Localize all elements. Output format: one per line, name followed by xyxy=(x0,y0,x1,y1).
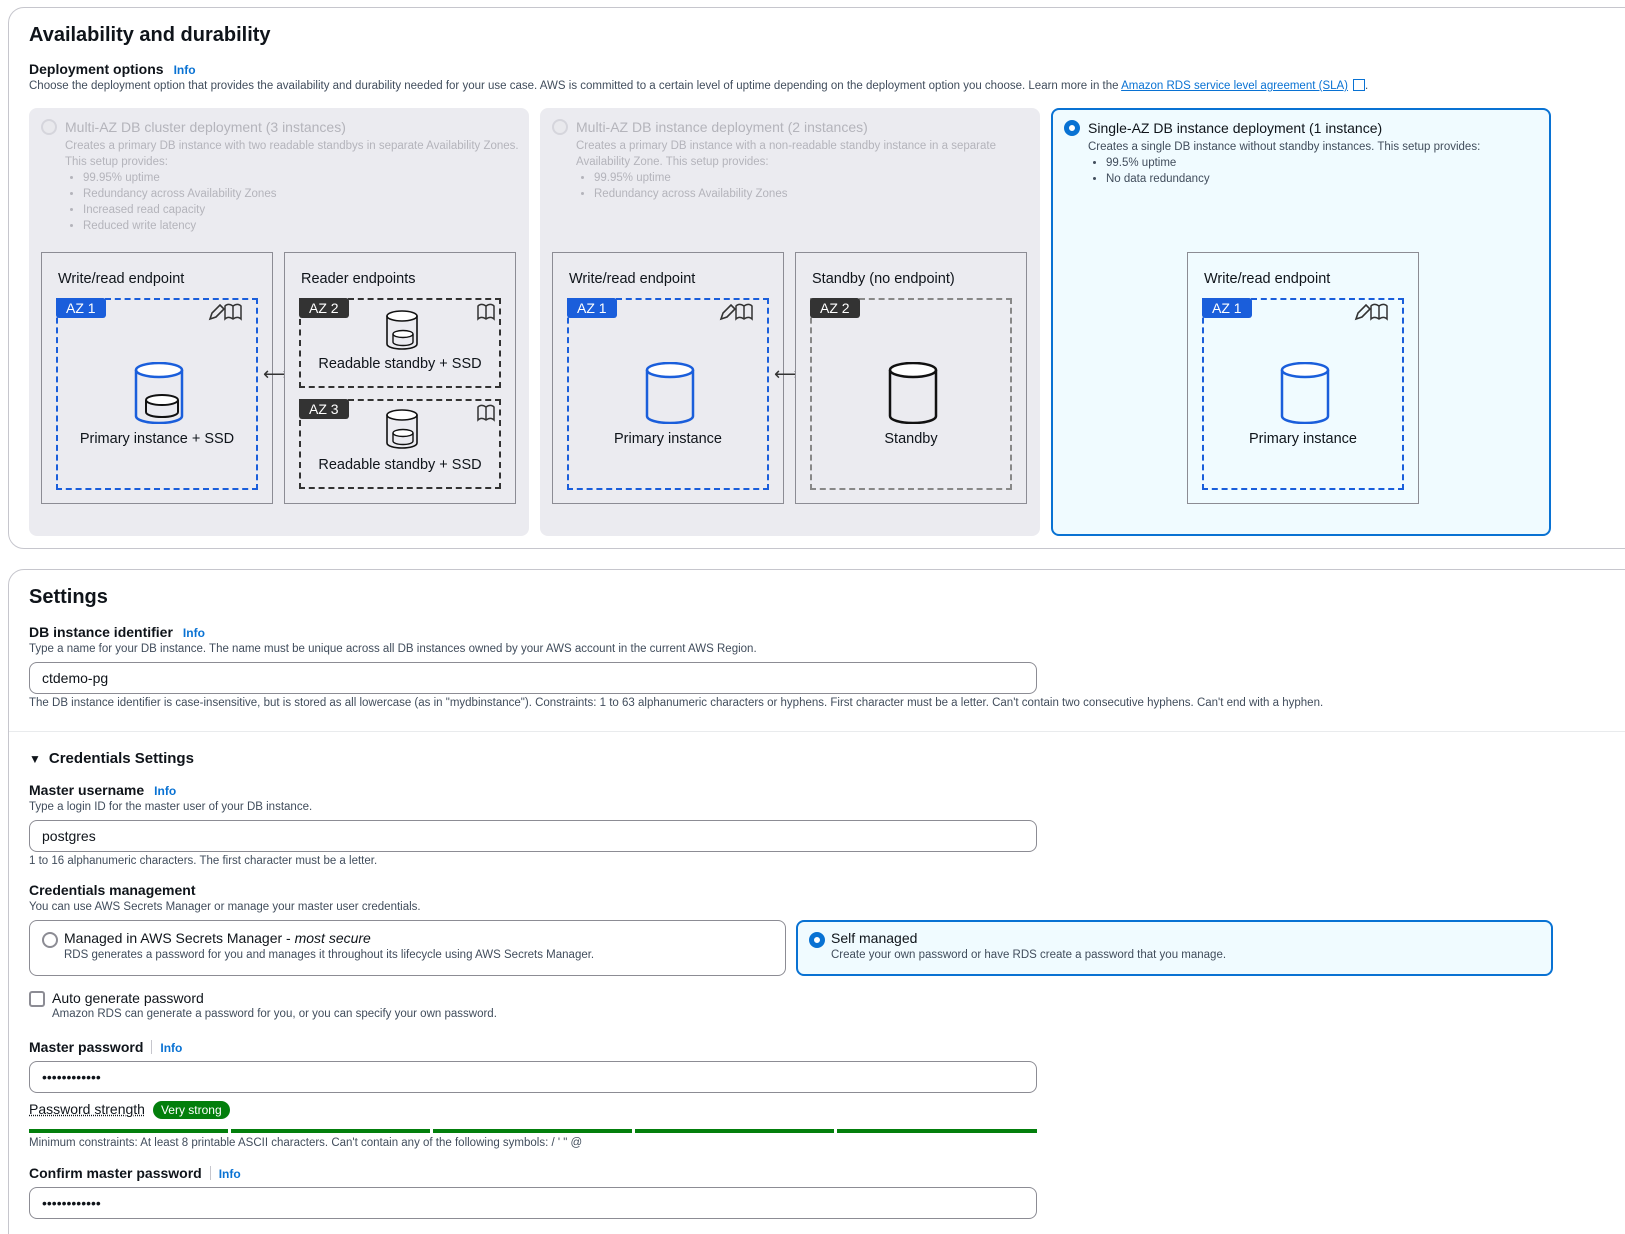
option-multi-az-cluster: Multi-AZ DB cluster deployment (3 instan… xyxy=(29,108,529,536)
sla-link[interactable]: Amazon RDS service level agreement (SLA) xyxy=(1121,80,1348,92)
master-username-label: Master username Info xyxy=(29,782,177,798)
option-description: Creates a single DB instance without sta… xyxy=(1088,139,1548,187)
tile-title: Self managed xyxy=(831,930,918,946)
confirm-password-input[interactable]: •••••••••••• xyxy=(29,1187,1037,1219)
master-password-input[interactable]: •••••••••••• xyxy=(29,1061,1037,1093)
settings-panel: Settings DB instance identifier Info Type… xyxy=(8,569,1625,1234)
cred-mgmt-label: Credentials management xyxy=(29,882,196,898)
az-tag: AZ 2 xyxy=(299,298,349,318)
az-tag: AZ 2 xyxy=(810,298,860,318)
bullet: Redundancy across Availability Zones xyxy=(594,186,1036,202)
auto-generate-desc: Amazon RDS can generate a password for y… xyxy=(52,1008,497,1020)
bullet: No data redundancy xyxy=(1106,171,1548,187)
info-link[interactable]: Info xyxy=(219,1167,241,1181)
tile-secrets-manager[interactable]: Managed in AWS Secrets Manager - most se… xyxy=(29,920,786,976)
master-username-desc: Type a login ID for the master user of y… xyxy=(29,801,313,813)
option-title: Single-AZ DB instance deployment (1 inst… xyxy=(1088,120,1383,136)
radio-secrets-manager[interactable] xyxy=(42,932,58,948)
radio-self-managed[interactable] xyxy=(809,932,825,948)
divider xyxy=(9,731,1625,732)
strength-segment xyxy=(837,1129,1037,1133)
bullet: Increased read capacity xyxy=(83,202,525,218)
auto-generate-label[interactable]: Auto generate password xyxy=(52,990,204,1006)
info-link[interactable]: Info xyxy=(183,626,205,640)
database-ssd-icon xyxy=(134,362,184,424)
diagram-write-read: Write/read endpoint AZ 1 Primary instanc… xyxy=(1187,252,1419,504)
tile-self-managed[interactable]: Self managed Create your own password or… xyxy=(796,920,1553,976)
option-description: Creates a primary DB instance with two r… xyxy=(65,138,525,234)
availability-panel: Availability and durability Deployment o… xyxy=(8,7,1625,549)
db-identifier-label: DB instance identifier Info xyxy=(29,624,205,640)
book-icon xyxy=(477,404,495,422)
book-icon xyxy=(477,303,495,321)
radio-single-az[interactable] xyxy=(1064,120,1080,136)
cred-mgmt-desc: You can use AWS Secrets Manager or manag… xyxy=(29,901,421,913)
diagram-write-read: Write/read endpoint AZ 1 Primary instanc… xyxy=(552,252,784,504)
db-identifier-constraint: The DB instance identifier is case-insen… xyxy=(29,697,1324,709)
radio-multi-az-cluster[interactable] xyxy=(41,119,57,135)
db-identifier-input[interactable]: ctdemo-pg xyxy=(29,662,1037,694)
external-link-icon xyxy=(1353,79,1366,91)
database-icon xyxy=(1280,362,1330,424)
az-box: AZ 1 Primary instance + SSD xyxy=(56,298,258,490)
az-box: AZ 1 Primary instance xyxy=(1202,298,1404,490)
strength-segment xyxy=(29,1129,228,1133)
tile-title: Managed in AWS Secrets Manager - most se… xyxy=(64,930,371,946)
master-password-label: Master password Info xyxy=(29,1039,183,1055)
database-icon xyxy=(645,362,695,424)
strength-segment xyxy=(231,1129,430,1133)
diagram-reader: Reader endpoints AZ 2 Readable standby +… xyxy=(284,252,516,504)
info-link[interactable]: Info xyxy=(154,784,176,798)
strength-segment xyxy=(433,1129,632,1133)
strength-badge: Very strong xyxy=(152,1101,230,1119)
password-strength: Password strength Very strong xyxy=(29,1101,230,1119)
radio-multi-az-instance[interactable] xyxy=(552,119,568,135)
diagram-write-read: Write/read endpoint AZ 1 Primary instanc… xyxy=(41,252,273,504)
deployment-description: Choose the deployment option that provid… xyxy=(29,79,1369,92)
az-box: AZ 1 Primary instance xyxy=(567,298,769,490)
credentials-expander[interactable]: ▼ Credentials Settings xyxy=(29,750,194,767)
password-constraint: Minimum constraints: At least 8 printabl… xyxy=(29,1137,583,1149)
bullet: Reduced write latency xyxy=(83,218,525,234)
bullet: 99.5% uptime xyxy=(1106,155,1548,171)
az-box: AZ 2 Standby xyxy=(810,298,1012,490)
option-title: Multi-AZ DB instance deployment (2 insta… xyxy=(576,119,868,135)
bullet: 99.95% uptime xyxy=(83,170,525,186)
info-link[interactable]: Info xyxy=(174,63,196,77)
database-icon xyxy=(888,362,938,424)
tile-desc: Create your own password or have RDS cre… xyxy=(831,949,1227,961)
az-tag: AZ 1 xyxy=(567,298,617,318)
master-username-input[interactable]: postgres xyxy=(29,820,1037,852)
db-identifier-desc: Type a name for your DB instance. The na… xyxy=(29,643,757,655)
az-tag: AZ 1 xyxy=(1202,298,1252,318)
bullet: 99.95% uptime xyxy=(594,170,1036,186)
az-box: AZ 2 Readable standby + SSD xyxy=(299,298,501,388)
edit-book-icon xyxy=(719,303,753,321)
password-strength-label[interactable]: Password strength xyxy=(29,1101,145,1117)
database-ssd-icon xyxy=(386,310,418,350)
edit-book-icon xyxy=(1354,303,1388,321)
bullet: Redundancy across Availability Zones xyxy=(83,186,525,202)
edit-book-icon xyxy=(208,303,242,321)
auto-generate-checkbox[interactable] xyxy=(29,991,45,1007)
info-link[interactable]: Info xyxy=(160,1041,182,1055)
database-ssd-icon xyxy=(386,409,418,449)
master-username-constraint: 1 to 16 alphanumeric characters. The fir… xyxy=(29,855,378,867)
option-description: Creates a primary DB instance with a non… xyxy=(576,138,1036,202)
section-title: Settings xyxy=(29,586,108,608)
diagram-standby: Standby (no endpoint) AZ 2 Standby xyxy=(795,252,1027,504)
deployment-options-label: Deployment options Info xyxy=(29,61,196,77)
tile-desc: RDS generates a password for you and man… xyxy=(64,949,595,961)
option-single-az[interactable]: Single-AZ DB instance deployment (1 inst… xyxy=(1051,108,1551,536)
az-tag: AZ 3 xyxy=(299,399,349,419)
option-multi-az-instance: Multi-AZ DB instance deployment (2 insta… xyxy=(540,108,1040,536)
option-title: Multi-AZ DB cluster deployment (3 instan… xyxy=(65,119,346,135)
az-tag: AZ 1 xyxy=(56,298,106,318)
confirm-password-label: Confirm master password Info xyxy=(29,1165,241,1181)
caret-down-icon: ▼ xyxy=(29,752,41,766)
section-title: Availability and durability xyxy=(29,24,271,46)
strength-segment xyxy=(635,1129,834,1133)
az-box: AZ 3 Readable standby + SSD xyxy=(299,399,501,489)
